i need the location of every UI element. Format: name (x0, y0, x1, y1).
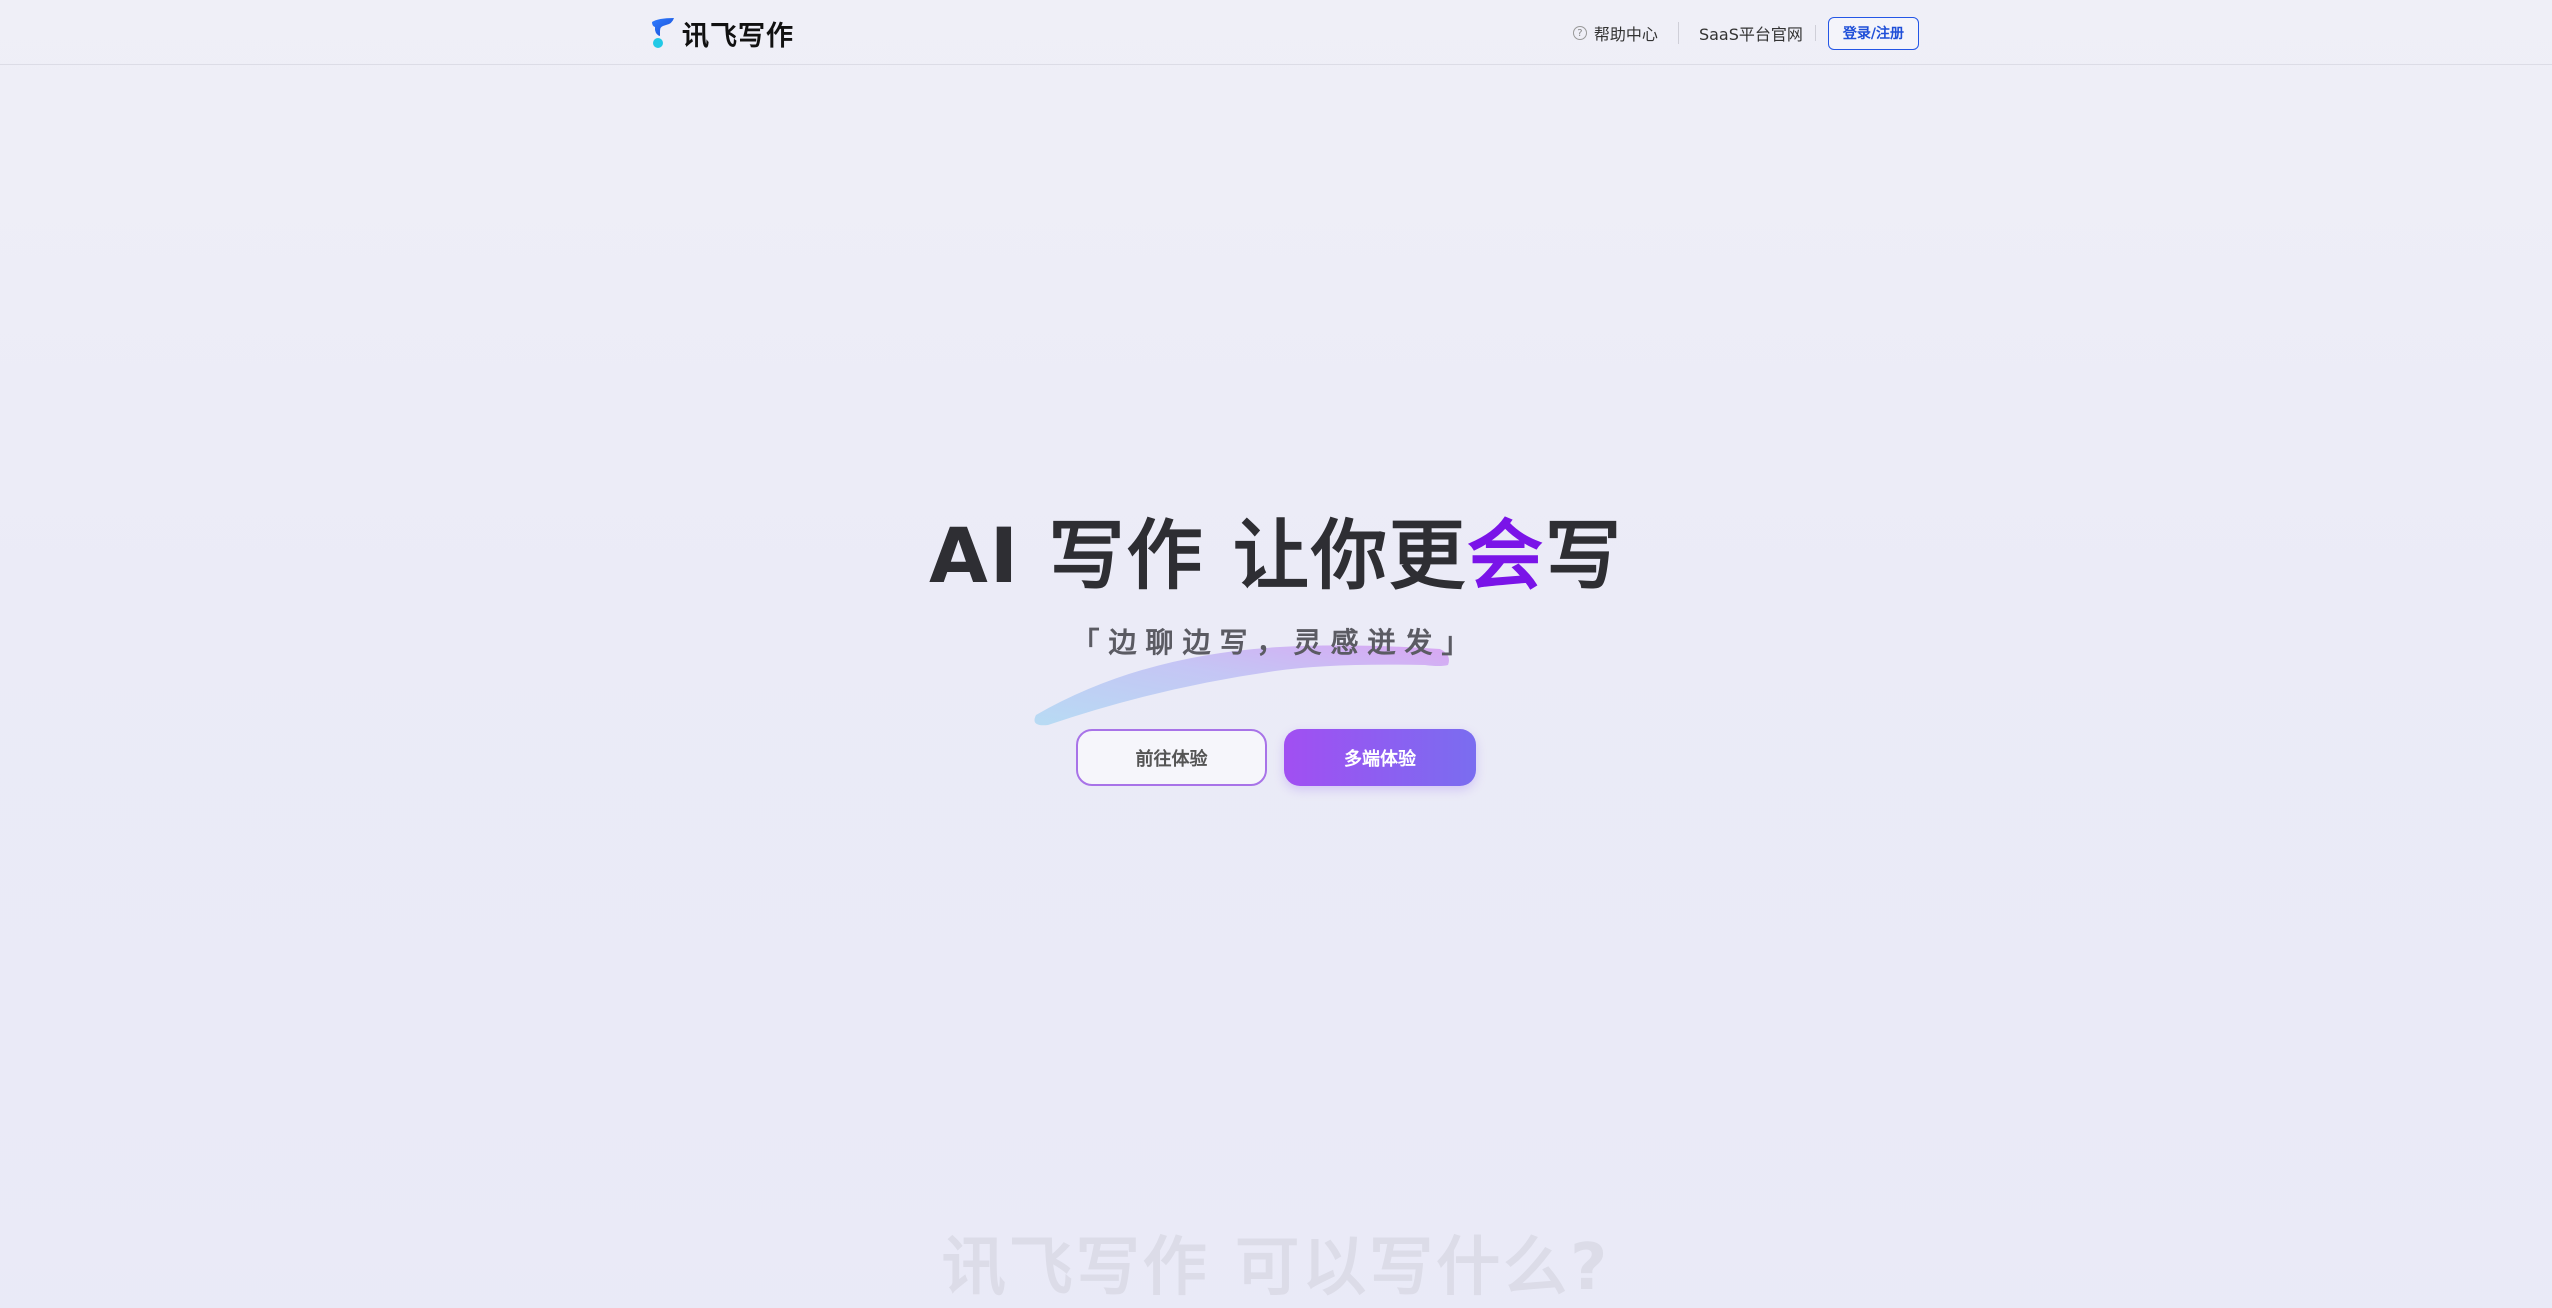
hero-title-suffix: 写 (1545, 511, 1623, 600)
top-nav: ? 帮助中心 SaaS平台官网 登录/注册 (1572, 16, 1919, 50)
next-section-heading: 讯飞写作 可以写什么? (941, 1231, 1611, 1305)
hero-title-prefix: AI 写作 让你更 (928, 511, 1467, 600)
login-register-button[interactable]: 登录/注册 (1827, 16, 1919, 50)
saas-platform-link[interactable]: SaaS平台官网 (1699, 21, 1803, 45)
nav-divider (1677, 22, 1679, 44)
hero-title: AI 写作 让你更会写 (0, 508, 2552, 604)
try-now-button[interactable]: 前往体验 (1076, 729, 1267, 786)
top-header: 讯飞写作 ? 帮助中心 SaaS平台官网 登录/注册 (0, 0, 2552, 65)
help-center-link[interactable]: ? 帮助中心 (1572, 21, 1658, 45)
logo[interactable]: 讯飞写作 (650, 16, 794, 52)
hero-subtitle: 「边聊边写，灵感迸发」 (1071, 626, 1479, 659)
xunfei-logo-icon (652, 18, 674, 48)
logo-text: 讯飞写作 (682, 20, 794, 52)
nav-divider (1814, 25, 1816, 41)
help-circle-icon: ? (1572, 26, 1587, 40)
saas-platform-label: SaaS平台官网 (1698, 25, 1803, 44)
hero-title-accent: 会 (1467, 511, 1545, 600)
multi-platform-button[interactable]: 多端体验 (1284, 729, 1476, 786)
hero-subtitle-block: 「边聊边写，灵感迸发」 (1020, 615, 1470, 730)
help-center-label: 帮助中心 (1593, 25, 1658, 44)
